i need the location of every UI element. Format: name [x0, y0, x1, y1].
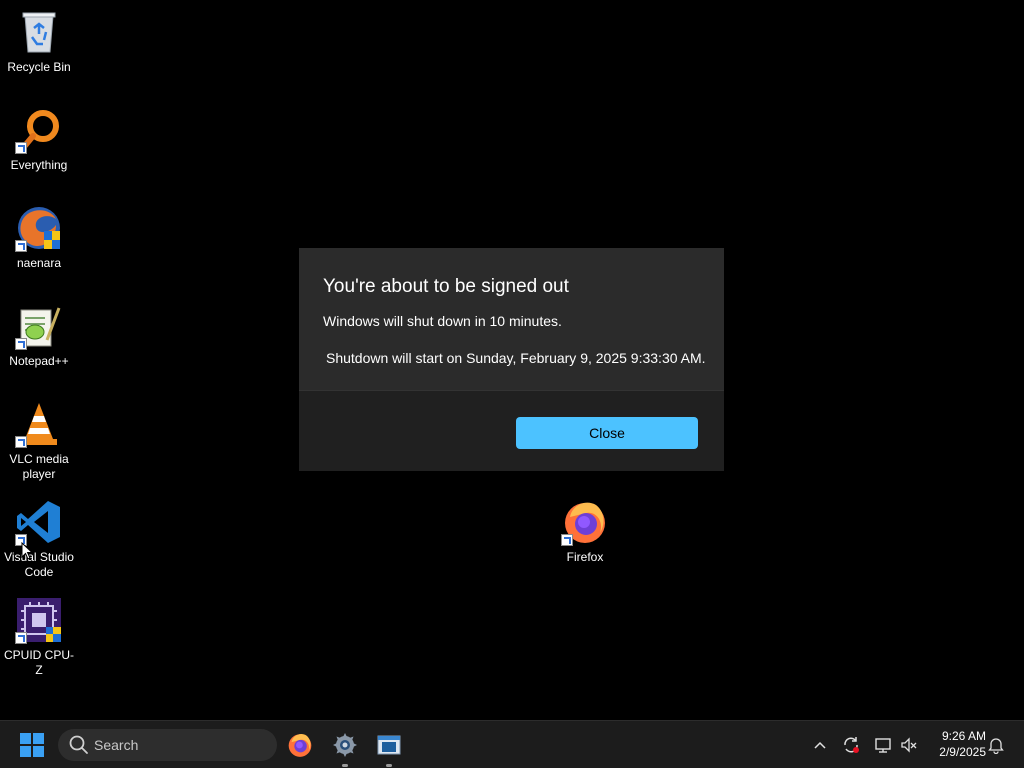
desktop-icon-label: Visual Studio Code [4, 550, 74, 579]
shortcut-arrow-icon [15, 632, 27, 644]
dialog-body: You're about to be signed out Windows wi… [299, 248, 724, 390]
gear-icon [333, 733, 357, 757]
desktop-icon-visual-studio-code[interactable]: Visual Studio Code [1, 498, 77, 580]
shortcut-arrow-icon [15, 436, 27, 448]
vlc-cone-icon [15, 400, 63, 448]
windows-logo-icon [20, 733, 31, 744]
desktop-icon-label: naenara [16, 256, 62, 270]
firefox-icon [288, 734, 312, 757]
clock-time: 9:26 AM [941, 729, 986, 743]
desktop-icon-recycle-bin[interactable]: Recycle Bin [1, 8, 77, 75]
shortcut-arrow-icon [15, 240, 27, 252]
windows-logo-tile [33, 746, 44, 757]
shortcut-arrow-icon [15, 142, 27, 154]
desktop-icon-vlc[interactable]: VLC media player [1, 400, 77, 482]
desktop-icon-naenara[interactable]: naenara [1, 204, 77, 271]
network-icon[interactable] [872, 734, 894, 756]
app-window-icon [377, 735, 401, 755]
show-hidden-icons-chevron-icon[interactable] [809, 734, 831, 756]
desktop-icon-everything[interactable]: Everything [1, 106, 77, 173]
notepad-plus-plus-icon [15, 302, 63, 350]
volume-muted-icon[interactable] [898, 734, 920, 756]
dialog-detail: Shutdown will start on Sunday, February … [326, 350, 706, 366]
desktop-icon-label: Firefox [566, 550, 604, 564]
desktop-icon-label: Notepad++ [9, 354, 69, 368]
dialog-message: Windows will shut down in 10 minutes. [323, 313, 562, 329]
firefox-icon [561, 498, 609, 546]
desktop-icon-label: Recycle Bin [7, 60, 71, 74]
taskbar-search-box[interactable]: Search [58, 729, 277, 761]
dialog-title: You're about to be signed out [323, 276, 569, 297]
cpu-z-icon [15, 596, 63, 644]
everything-icon [15, 106, 63, 154]
naenara-browser-icon [15, 204, 63, 252]
desktop-icon-notepad-plus-plus[interactable]: Notepad++ [1, 302, 77, 369]
desktop-icon-label: CPUID CPU-Z [3, 648, 74, 677]
shortcut-arrow-icon [15, 338, 27, 350]
clock-date: 2/9/2025 [939, 745, 986, 759]
taskbar: Search 9:26 AM 2/9/2025 [0, 720, 1024, 768]
vscode-icon [15, 498, 63, 546]
dialog-footer: Close [299, 390, 724, 471]
windows-logo-tile [33, 733, 44, 744]
desktop-icon-label: VLC media player [9, 452, 69, 481]
search-placeholder: Search [94, 737, 139, 753]
notification-bell-icon[interactable] [985, 734, 1007, 756]
taskbar-app-settings[interactable] [329, 729, 361, 767]
taskbar-app-firefox[interactable] [284, 729, 316, 761]
shortcut-arrow-icon [561, 534, 573, 546]
start-button[interactable] [20, 733, 44, 757]
running-indicator [386, 764, 392, 767]
taskbar-clock[interactable]: 9:26 AM 2/9/2025 [928, 728, 986, 760]
desktop-icon-firefox[interactable]: Firefox [547, 498, 623, 565]
sync-icon[interactable] [840, 734, 862, 756]
desktop-icon-label: Everything [10, 158, 68, 172]
sign-out-dialog: You're about to be signed out Windows wi… [299, 248, 724, 471]
taskbar-app-window[interactable] [373, 729, 405, 767]
recycle-bin-icon [15, 8, 63, 56]
close-button[interactable]: Close [516, 417, 698, 449]
mouse-cursor-icon [21, 542, 33, 560]
search-icon [69, 735, 88, 754]
running-indicator [342, 764, 348, 767]
windows-logo-tile [20, 746, 31, 757]
desktop-icon-cpuid-cpu-z[interactable]: CPUID CPU-Z [1, 596, 77, 678]
